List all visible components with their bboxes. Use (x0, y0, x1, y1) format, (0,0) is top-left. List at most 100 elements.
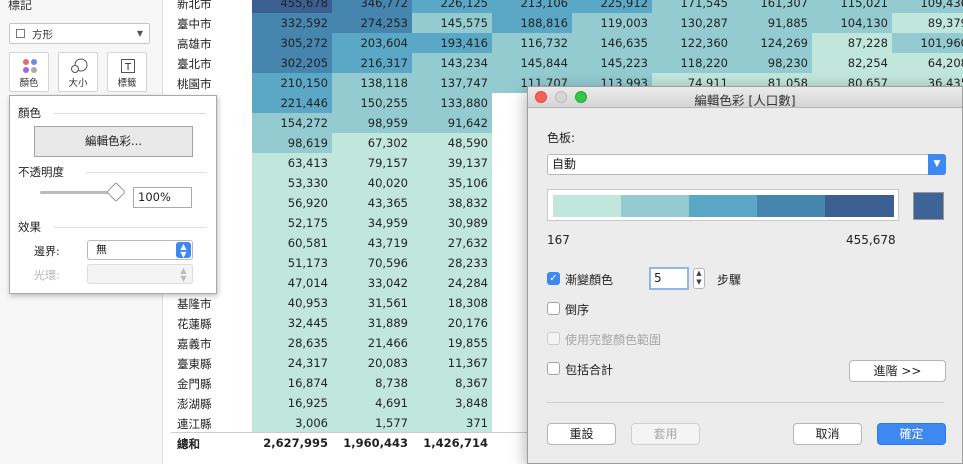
full-range-label: 使用完整顏色範圍 (565, 333, 662, 347)
table-cell: 3,006 (252, 413, 332, 433)
divider (54, 113, 206, 114)
table-cell: 98,619 (252, 133, 332, 153)
cancel-button[interactable]: 取消 (793, 423, 862, 445)
table-cell: 455,678 (252, 0, 332, 13)
table-cell: 82,254 (812, 53, 892, 73)
table-cell: 51,173 (252, 253, 332, 273)
table-cell: 138,118 (332, 73, 412, 93)
row-label: 金門縣 (177, 377, 212, 391)
color-mark-button[interactable]: 顏色 (9, 52, 49, 92)
svg-text:T: T (124, 62, 132, 73)
color-popover: 顏色 編輯色彩... 不透明度 100% 效果 邊界: 無 ▲ ▼ 光環: ▲ ▼ (9, 95, 217, 294)
table-cell: 21,466 (332, 333, 412, 353)
include-totals-checkbox[interactable] (547, 362, 560, 375)
table-cell: 89,379 (892, 13, 963, 33)
halo-select: ▲ ▼ (87, 264, 193, 284)
ramp-step (689, 195, 757, 217)
ramp-step (825, 195, 894, 217)
table-cell: 221,446 (252, 93, 332, 113)
row-label: 桃園市 (177, 77, 212, 91)
table-cell: 16,874 (252, 373, 332, 393)
table-cell: 371 (412, 413, 492, 433)
mark-type-value: 方形 (32, 29, 53, 41)
ok-button[interactable]: 確定 (877, 423, 946, 445)
row-label: 連江縣 (177, 417, 212, 431)
table-cell: 47,014 (252, 273, 332, 293)
table-cell: 133,880 (412, 93, 492, 113)
table-cell: 56,920 (252, 193, 332, 213)
table-cell: 8,738 (332, 373, 412, 393)
reversed-checkbox[interactable] (547, 302, 560, 315)
size-mark-label: 大小 (68, 78, 88, 89)
stepped-color-checkbox[interactable]: ✓ (547, 272, 560, 285)
table-cell: 40,020 (332, 173, 412, 193)
palette-select[interactable]: 自動 ▼ (547, 154, 946, 175)
palette-value: 自動 (552, 157, 577, 171)
row-label: 臺東縣 (177, 357, 212, 371)
color-dots-icon (23, 59, 37, 73)
size-circles-icon (71, 58, 88, 73)
palette-label: 色板: (547, 131, 576, 145)
mark-type-dropdown[interactable]: 方形 ▼ (9, 23, 150, 44)
opacity-input[interactable]: 100% (133, 187, 192, 208)
edit-colors-button[interactable]: 編輯色彩... (34, 126, 193, 157)
reversed-label: 倒序 (565, 303, 590, 317)
border-label: 邊界: (34, 245, 60, 258)
table-cell: 32,445 (252, 313, 332, 333)
range-max: 455,678 (846, 233, 896, 247)
table-cell: 16,925 (252, 393, 332, 413)
reset-button[interactable]: 重設 (547, 423, 616, 445)
table-cell: 150,255 (332, 93, 412, 113)
size-mark-button[interactable]: 大小 (58, 52, 98, 92)
table-cell: 2,627,995 (263, 436, 328, 450)
opacity-heading: 不透明度 (18, 165, 64, 179)
label-mark-button[interactable]: T 標籤 (107, 52, 147, 92)
table-cell: 143,234 (412, 53, 492, 73)
label-t-icon: T (121, 59, 135, 73)
full-range-checkbox (547, 332, 560, 345)
table-cell: 48,590 (412, 133, 492, 153)
table-cell: 124,269 (732, 33, 812, 53)
color-ramp[interactable] (547, 189, 899, 221)
steps-label: 步驟 (717, 273, 742, 287)
chevron-down-icon: ▼ (136, 29, 143, 38)
table-cell: 33,042 (332, 273, 412, 293)
row-label: 基隆市 (177, 297, 212, 311)
title-bar: 編輯色彩 [人口數] (528, 87, 962, 108)
ramp-step (621, 195, 689, 217)
table-cell: 145,223 (572, 53, 652, 73)
table-cell: 146,635 (572, 33, 652, 53)
table-cell: 34,959 (332, 213, 412, 233)
end-color-swatch[interactable] (913, 192, 944, 220)
table-cell: 52,175 (252, 213, 332, 233)
table-cell: 98,959 (332, 113, 412, 133)
table-cell: 115,021 (812, 0, 892, 13)
border-select[interactable]: 無 ▲ ▼ (87, 240, 193, 260)
opacity-slider-handle[interactable] (106, 182, 126, 202)
chevron-updown-icon: ▲ ▼ (180, 266, 187, 283)
table-cell: 63,413 (252, 153, 332, 173)
marks-title: 標記 (8, 0, 33, 12)
table-cell: 346,772 (332, 0, 412, 13)
dialog-title: 編輯色彩 [人口數] (694, 93, 796, 108)
row-label: 花蓮縣 (177, 317, 212, 331)
table-cell: 38,832 (412, 193, 492, 213)
table-cell: 43,719 (332, 233, 412, 253)
include-totals-label: 包括合計 (565, 363, 614, 377)
color-heading: 顏色 (18, 106, 41, 120)
table-cell: 28,635 (252, 333, 332, 353)
steps-input[interactable]: 5 (649, 267, 689, 290)
table-cell: 161,307 (732, 0, 812, 13)
table-cell: 332,592 (252, 13, 332, 33)
ramp-step (757, 195, 825, 217)
divider (86, 172, 206, 173)
stepped-color-label: 漸變顏色 (565, 273, 614, 287)
table-cell: 116,732 (492, 33, 572, 53)
advanced-button[interactable]: 進階 >> (849, 360, 946, 382)
color-mark-label: 顏色 (19, 78, 39, 89)
table-cell: 118,220 (652, 53, 732, 73)
steps-stepper[interactable]: ▲ ▼ (693, 268, 705, 289)
table-cell: 64,208 (892, 53, 963, 73)
table-cell: 188,816 (492, 13, 572, 33)
border-value: 無 (96, 243, 107, 256)
